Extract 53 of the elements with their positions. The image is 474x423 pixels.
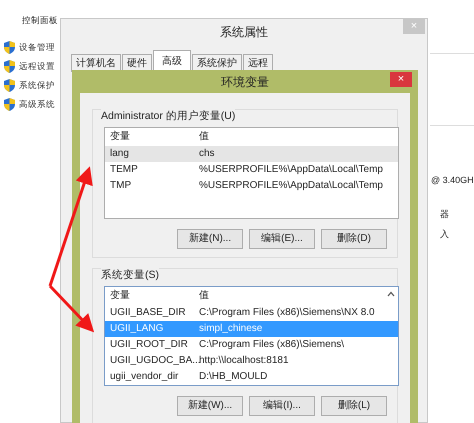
dialog-button[interactable]: 删除(L): [321, 396, 387, 416]
table-cell-text: ugii_vendor_dir: [109, 370, 180, 384]
group-label: 系统变量(S): [101, 268, 159, 284]
table-cell-text: TMP: [109, 179, 132, 194]
table-cell-text: simpl_chinese: [199, 322, 262, 336]
list-box[interactable]: 变量 值 UGII_BASE_DIR C:\Program Files (x86)\Siemens\NX 8.0 UGII_LANG simpl_chinese UGII_ROOT_DIR C:\Program Files (x86)\Siemens\ UGII_UGDOC_BA...http:\\localhost:8181 ugii_vendor_dir D:\HB_MOULD: [104, 286, 399, 386]
list-row[interactable]: ugii_vendor_dir D:\HB_MOULD: [105, 368, 398, 384]
table-cell-text: TEMP: [109, 163, 139, 178]
list-row[interactable]: UGII_UGDOC_BA...http:\\localhost:8181: [105, 352, 398, 368]
sidebar-link[interactable]: 高级系统: [19, 98, 55, 111]
shield-icon: [4, 98, 15, 111]
table-cell-text: UGII_BASE_DIR: [109, 306, 187, 320]
window-title: 系统属性: [220, 24, 268, 41]
breadcrumb-text[interactable]: 控制面板: [22, 14, 58, 27]
table-cell-text: C:\Program Files (x86)\Siemens\NX 8.0: [199, 306, 375, 320]
sidebar-link[interactable]: 设备管理: [19, 41, 55, 54]
sidebar-link[interactable]: 远程设置: [19, 60, 55, 73]
list-row[interactable]: lang chs: [105, 146, 398, 162]
shield-icon: [4, 79, 15, 92]
list-row[interactable]: TEMP %USERPROFILE%\AppData\Local\Temp: [105, 162, 398, 178]
table-cell-text: %USERPROFILE%\AppData\Local\Temp: [199, 179, 383, 194]
dialog-button[interactable]: 新建(N)...: [177, 228, 243, 249]
dialog-button[interactable]: 新建(W)...: [177, 396, 243, 416]
column-header[interactable]: 值: [199, 288, 209, 303]
info-text: @ 3.40GH: [431, 174, 474, 187]
table-cell-text: D:\HB_MOULD: [199, 370, 268, 384]
column-header[interactable]: 变量: [105, 129, 199, 144]
list-row[interactable]: UGII_ROOT_DIR C:\Program Files (x86)\Siemens\: [105, 336, 398, 352]
table-cell-text: lang: [109, 147, 130, 162]
table-cell-text: UGII_LANG: [109, 322, 164, 336]
table-cell-text: %USERPROFILE%\AppData\Local\Temp: [199, 163, 383, 178]
dialog-button[interactable]: 删除(D): [321, 228, 387, 249]
tab[interactable]: 高级: [153, 50, 191, 72]
window-title: 环境变量: [221, 74, 269, 90]
dialog-button[interactable]: 编辑(I)...: [249, 396, 315, 416]
list-row[interactable]: TMP %USERPROFILE%\AppData\Local\Temp: [105, 178, 398, 194]
info-text: 器: [440, 208, 449, 221]
table-cell-text: chs: [199, 147, 215, 162]
table-cell-text: UGII_ROOT_DIR: [109, 338, 189, 352]
dialog-button[interactable]: 编辑(E)...: [249, 228, 315, 249]
close-button[interactable]: ×: [390, 72, 412, 87]
shield-icon: [4, 60, 15, 73]
table-cell-text: C:\Program Files (x86)\Siemens\: [199, 338, 344, 352]
column-header[interactable]: 变量: [105, 288, 199, 303]
sidebar-link[interactable]: 系统保护: [19, 79, 55, 92]
scroll-up-icon[interactable]: [387, 290, 395, 296]
shield-icon: [4, 41, 15, 54]
list-box[interactable]: 变量 值 lang chs TEMP %USERPROFILE%\AppData\Local\Temp TMP %USERPROFILE%\AppData\Local\Temp: [104, 126, 399, 219]
table-cell-text: UGII_UGDOC_BA...: [109, 354, 199, 368]
list-row[interactable]: UGII_BASE_DIR C:\Program Files (x86)\Siemens\NX 8.0: [105, 304, 398, 320]
column-header[interactable]: 值: [199, 129, 209, 144]
table-cell-text: http:\\localhost:8181: [199, 354, 289, 368]
info-text: 入: [440, 228, 449, 241]
